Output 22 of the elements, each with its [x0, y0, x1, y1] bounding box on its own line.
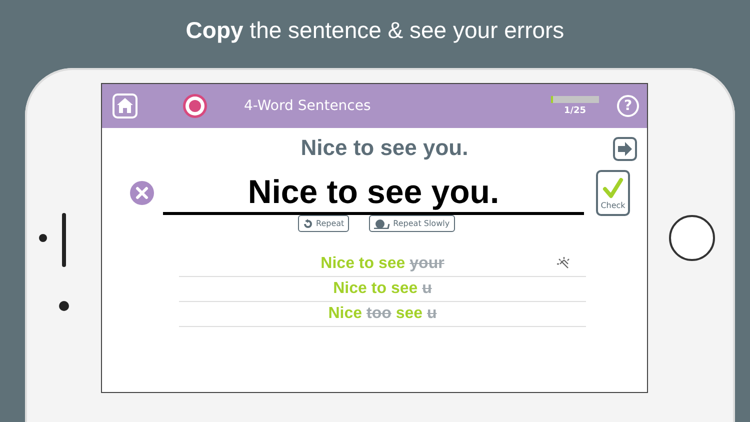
- attempt-sentence: Nice too see u: [328, 305, 437, 323]
- attempt-sentence: Nice to see u: [333, 280, 432, 298]
- speaker-icon: [61, 213, 67, 267]
- progress-bar: [551, 96, 599, 103]
- camera-icon: [39, 234, 47, 242]
- progress-count: 1/25: [564, 106, 586, 116]
- help-button[interactable]: ?: [617, 95, 639, 117]
- home-button-icon: [668, 214, 716, 262]
- answer-field[interactable]: Nice to see you.: [163, 172, 584, 214]
- check-button[interactable]: Check: [596, 170, 630, 216]
- repeat-button[interactable]: Repeat: [298, 215, 350, 232]
- repeat-slowly-button[interactable]: Repeat Slowly: [369, 215, 455, 232]
- record-icon[interactable]: [182, 93, 208, 119]
- prompt-sentence: Nice to see you.: [300, 135, 468, 161]
- lesson-title: 4-Word Sentences: [244, 98, 372, 114]
- home-icon[interactable]: [112, 93, 138, 119]
- clear-icon[interactable]: [130, 181, 154, 205]
- sensor-icon: [59, 301, 69, 311]
- attempt-sentence: Nice to see your: [320, 255, 444, 273]
- headline: Copy the sentence & see your errors: [184, 16, 566, 45]
- replay-icon: [303, 218, 313, 228]
- checkmark-icon: [602, 176, 624, 198]
